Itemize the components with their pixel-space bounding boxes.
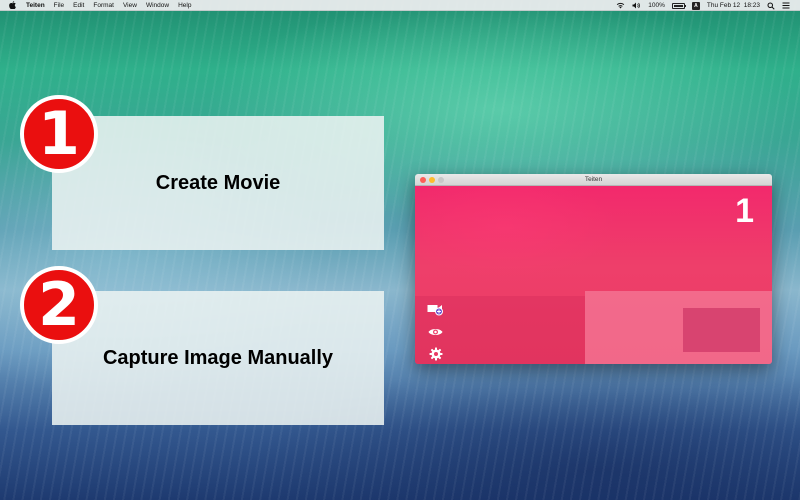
close-button[interactable] [420, 177, 426, 183]
clock[interactable]: Thu Feb 12 18:23 [707, 2, 760, 9]
menu-app-name[interactable]: Teiten [26, 0, 45, 11]
step-2-number: 2 [38, 270, 80, 340]
notification-center-icon[interactable] [782, 2, 790, 9]
step-1-number: 1 [38, 99, 80, 169]
eye-icon[interactable] [427, 324, 444, 339]
preview-object [683, 308, 760, 352]
spotlight-search-icon[interactable] [767, 2, 775, 10]
menu-edit[interactable]: Edit [73, 0, 84, 11]
volume-icon[interactable] [632, 2, 641, 9]
input-source-icon[interactable]: A [691, 1, 700, 10]
teiten-window: Teiten 1 [415, 174, 772, 364]
menu-format[interactable]: Format [93, 0, 114, 11]
gear-icon[interactable] [427, 346, 444, 361]
menu-help[interactable]: Help [178, 0, 191, 11]
create-movie-label: Create Movie [155, 171, 281, 194]
minimize-button[interactable] [429, 177, 435, 183]
camera-preview: 1 [415, 186, 772, 364]
battery-icon[interactable] [671, 2, 686, 9]
add-movie-icon[interactable] [427, 301, 444, 316]
wifi-icon[interactable] [616, 2, 625, 9]
step-2-badge: 2 [20, 266, 98, 344]
menu-bar: Teiten File Edit Format View Window Help… [0, 0, 800, 11]
capture-counter: 1 [735, 192, 754, 230]
menu-file[interactable]: File [54, 0, 64, 11]
zoom-button[interactable] [438, 177, 444, 183]
window-titlebar[interactable]: Teiten [415, 174, 772, 186]
menu-window[interactable]: Window [146, 0, 169, 11]
status-area: 100% A Thu Feb 12 18:23 [616, 0, 790, 11]
battery-percent: 100% [648, 2, 665, 9]
capture-image-label: Capture Image Manually [102, 346, 334, 369]
capture-image-panel: Capture Image Manually [52, 291, 384, 425]
create-movie-panel: Create Movie [52, 116, 384, 250]
window-title: Teiten [584, 176, 603, 183]
step-1-badge: 1 [20, 95, 98, 173]
menu-view[interactable]: View [123, 0, 137, 11]
apple-icon[interactable] [9, 1, 16, 9]
